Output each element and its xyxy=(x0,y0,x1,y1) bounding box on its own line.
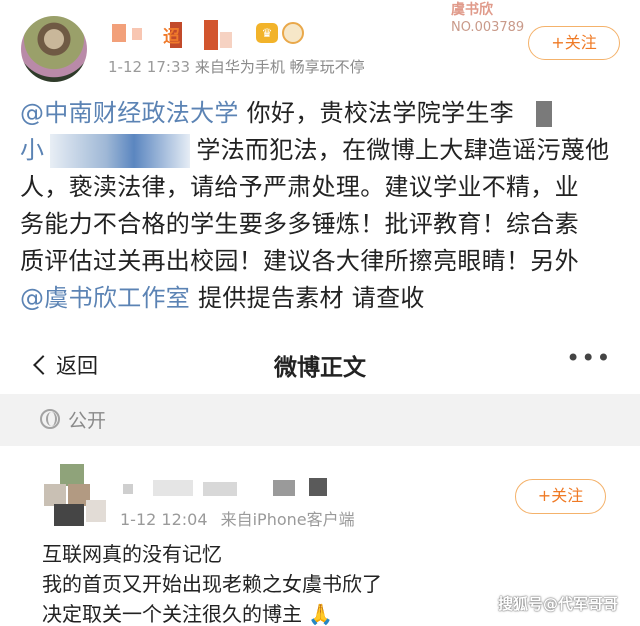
visibility-label: 公开 xyxy=(68,410,107,432)
follow-button[interactable]: +关注 xyxy=(515,479,606,514)
source-watermark: 搜狐号@代军哥哥 xyxy=(498,595,619,613)
redacted-block xyxy=(535,101,552,127)
post-text-line: 互联网真的没有记忆 xyxy=(42,542,222,566)
nav-bar: 返回 微博正文 ••• xyxy=(0,340,640,392)
follow-button[interactable]: +关注 xyxy=(528,26,620,60)
blurred-username xyxy=(123,476,353,498)
post-text-line6: 提供提告素材 请查收 xyxy=(190,284,425,312)
crown-badge-icon: ♛ xyxy=(256,23,278,43)
fan-tag-name: 虞书欣 xyxy=(451,2,493,18)
post-meta: 1-12 17:33 来自华为手机 畅享玩不停 xyxy=(108,56,365,77)
post-card-2: 1-12 12:04 来自iPhone客户端 +关注 互联网真的没有记忆 我的首… xyxy=(0,446,640,626)
post-time: 1-12 12:04 xyxy=(120,510,208,529)
globe-icon xyxy=(40,409,60,429)
post-source: 来自华为手机 畅享玩不停 xyxy=(194,58,365,76)
post-text-line2-start: 小 xyxy=(20,136,45,164)
post-text-line3: 人，亵渎法律，请给予严肃处理。建议学业不精，业 xyxy=(20,173,579,201)
post-meta: 1-12 12:04 来自iPhone客户端 xyxy=(120,506,355,530)
mention-link-school[interactable]: @中南财经政法大学 xyxy=(20,99,239,127)
post-card-1: 迢 ♛ 1-12 17:33 来自华为手机 畅享玩不停 虞书欣 NO.00378… xyxy=(0,0,640,336)
post-source: 来自iPhone客户端 xyxy=(220,510,355,529)
redacted-block xyxy=(50,134,191,168)
post-text-line1: 你好，贵校法学院学生李 xyxy=(238,99,514,127)
visibility-bar: 公开 xyxy=(0,394,640,446)
post-text-line4: 务能力不合格的学生要多多锤炼！批评教育！综合素 xyxy=(20,210,579,238)
page-title: 微博正文 xyxy=(274,355,366,381)
user-avatar[interactable] xyxy=(21,16,87,82)
panda-badge-icon xyxy=(282,22,304,44)
post-time: 1-12 17:33 xyxy=(108,58,191,76)
username-fragment[interactable]: 迢 xyxy=(163,22,180,47)
post-text-line5: 质评估过关再出校园！建议各大律所擦亮眼睛！另外 xyxy=(20,247,579,275)
mention-link-studio[interactable]: @虞书欣工作室 xyxy=(20,284,190,312)
post-text-line2: 学法而犯法，在微博上大肆造谣污蔑他 xyxy=(196,136,610,164)
more-options-icon[interactable]: ••• xyxy=(566,344,611,372)
post-body: @中南财经政法大学 你好，贵校法学院学生李 小 学法而犯法，在微博上大肆造谣污蔑他… xyxy=(20,95,620,317)
user-avatar[interactable] xyxy=(40,460,108,528)
